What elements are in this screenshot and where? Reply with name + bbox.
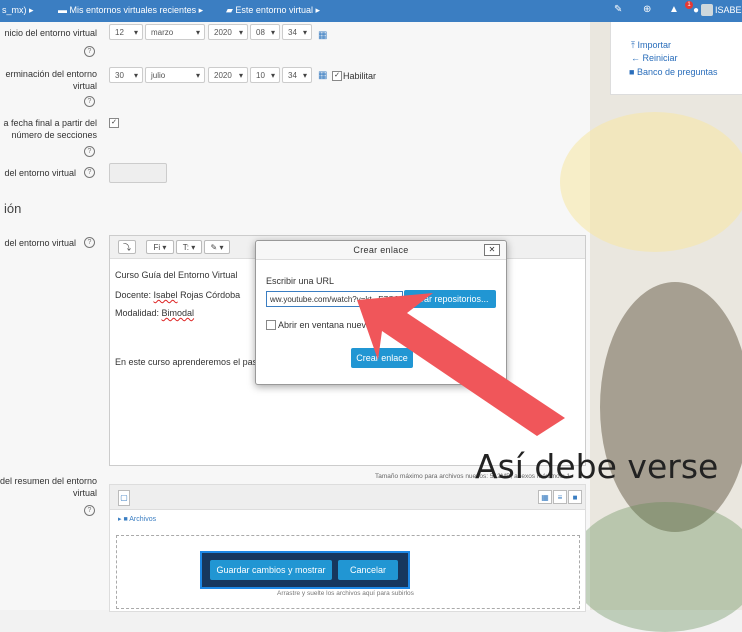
start-month-select[interactable]: marzo [145, 24, 205, 41]
new-window-checkbox[interactable] [266, 320, 276, 330]
folder-icon: ▸ ■ [118, 516, 130, 523]
url-input[interactable] [266, 291, 403, 307]
start-hour-select[interactable]: 08 [250, 24, 280, 41]
editor-line-teacher: Docente: Isabel Rojas Córdoba [115, 290, 241, 300]
folder-icon: ■ [629, 67, 637, 77]
dialog-header: Crear enlace ✕ [256, 241, 506, 260]
help-icon[interactable]: ? [84, 505, 95, 516]
help-icon[interactable]: ? [84, 146, 95, 157]
breadcrumb-language[interactable]: s_mx) ▸ [2, 5, 34, 16]
summary-files-label: del resumen del entorno [0, 476, 97, 486]
reset-link[interactable]: ← Reiniciar [631, 53, 678, 63]
create-link-button[interactable]: Crear enlace [351, 348, 413, 368]
add-file-icon[interactable]: ▢ [118, 490, 130, 506]
calendar-icon[interactable]: ▦ [318, 30, 327, 41]
section-heading[interactable]: ión [4, 201, 21, 216]
background-sunflower-center [600, 282, 742, 532]
start-year-select[interactable]: 2020 [208, 24, 248, 41]
calculate-end-date-label: a fecha final a partir del [3, 118, 97, 128]
enable-checkbox[interactable]: ✓ [332, 71, 342, 81]
course-admin-block: ⤒ Importar ← Reiniciar ■ Banco de pregun… [610, 22, 742, 95]
cancel-button[interactable]: Cancelar [338, 560, 398, 580]
font-style-button[interactable]: T: ▾ [176, 240, 202, 254]
course-id-input[interactable] [109, 163, 167, 183]
top-navbar: s_mx) ▸ ▬ Mis entornos virtuales recient… [0, 0, 742, 22]
book-icon: ▰ [226, 5, 236, 15]
file-manager-toolbar: ▢ ▦ ≡ ■ [110, 485, 585, 510]
question-bank-link[interactable]: ■ Banco de preguntas [629, 67, 718, 77]
browse-repositories-button[interactable]: Mirar repositorios... [404, 290, 496, 308]
end-date-label: erminación del entorno [5, 69, 97, 79]
import-link[interactable]: ⤒ Importar [631, 40, 671, 51]
end-minute-select[interactable]: 34 [282, 67, 312, 84]
user-menu[interactable]: ISABEL [715, 5, 742, 15]
end-day-select[interactable]: 30 [109, 67, 143, 84]
breadcrumb-this-course[interactable]: ▰ Este entorno virtual ▸ [226, 5, 320, 16]
end-year-select[interactable]: 2020 [208, 67, 248, 84]
course-id-label: del entorno virtual [4, 168, 76, 178]
start-day-select[interactable]: 12 [109, 24, 143, 41]
url-label: Escribir una URL [266, 276, 335, 286]
notification-badge: 1 [685, 1, 693, 9]
paragraph-style-button[interactable]: Fi ▾ [146, 240, 174, 254]
editor-line-intro: En este curso aprenderemos el paso [115, 357, 263, 367]
dialog-title: Crear enlace [353, 245, 409, 255]
end-date-label-2: virtual [72, 81, 97, 91]
new-window-label: Abrir en ventana nueva [278, 320, 372, 330]
computer-icon: ▬ [58, 5, 70, 15]
right-sidebar [560, 22, 742, 632]
dropzone-text: Arrastre y suelte los archivos aquí para… [277, 590, 414, 597]
arrow-left-icon: ← [631, 53, 643, 63]
background-leaves [570, 502, 742, 632]
help-icon[interactable]: ? [84, 237, 95, 248]
folder-view-icon[interactable]: ■ [568, 490, 582, 504]
edit-icon[interactable]: ✎ [614, 4, 622, 15]
calendar-icon[interactable]: ▦ [318, 70, 327, 81]
calculate-end-date-label-2: número de secciones [11, 130, 97, 140]
files-breadcrumb[interactable]: ▸ ■ Archivos [118, 515, 156, 523]
breadcrumb-recent-courses[interactable]: ▬ Mis entornos virtuales recientes ▸ [58, 5, 203, 16]
avatar[interactable] [701, 4, 713, 16]
editor-line-modality: Modalidad: Bimodal [115, 308, 195, 318]
calculate-end-date-checkbox[interactable]: ✓ [109, 118, 119, 128]
help-icon[interactable]: ? [84, 96, 95, 107]
create-link-dialog: Crear enlace ✕ Escribir una URL Mirar re… [255, 240, 507, 385]
toolbar-toggle-button[interactable]: ⤵ [118, 240, 136, 254]
file-manager: ▢ ▦ ≡ ■ ▸ ■ Archivos Arrastre y suelte l… [109, 484, 586, 612]
form-actions: Guardar cambios y mostrar Cancelar [200, 551, 410, 589]
start-minute-select[interactable]: 34 [282, 24, 312, 41]
circle-plus-icon[interactable]: ⊕ [643, 4, 651, 15]
help-icon[interactable]: ? [84, 167, 95, 178]
bell-icon[interactable]: ▲ [669, 4, 679, 15]
start-date-label: nicio del entorno virtual [4, 28, 97, 38]
message-icon[interactable]: ● [693, 5, 699, 16]
end-hour-select[interactable]: 10 [250, 67, 280, 84]
list-view-icon[interactable]: ≡ [553, 490, 567, 504]
summary-files-label-2: virtual [72, 488, 97, 498]
help-icon[interactable]: ? [84, 46, 95, 57]
end-month-select[interactable]: julio [145, 67, 205, 84]
summary-label: del entorno virtual [4, 238, 76, 248]
grid-view-icon[interactable]: ▦ [538, 490, 552, 504]
annotation-text: Así debe verse [475, 447, 719, 486]
draw-button[interactable]: ✎ ▾ [204, 240, 230, 254]
close-icon[interactable]: ✕ [484, 244, 500, 256]
save-and-display-button[interactable]: Guardar cambios y mostrar [210, 560, 332, 580]
background-sunflower [560, 112, 742, 252]
enable-label: Habilitar [343, 71, 377, 81]
editor-line-title: Curso Guía del Entorno Virtual [115, 270, 238, 280]
